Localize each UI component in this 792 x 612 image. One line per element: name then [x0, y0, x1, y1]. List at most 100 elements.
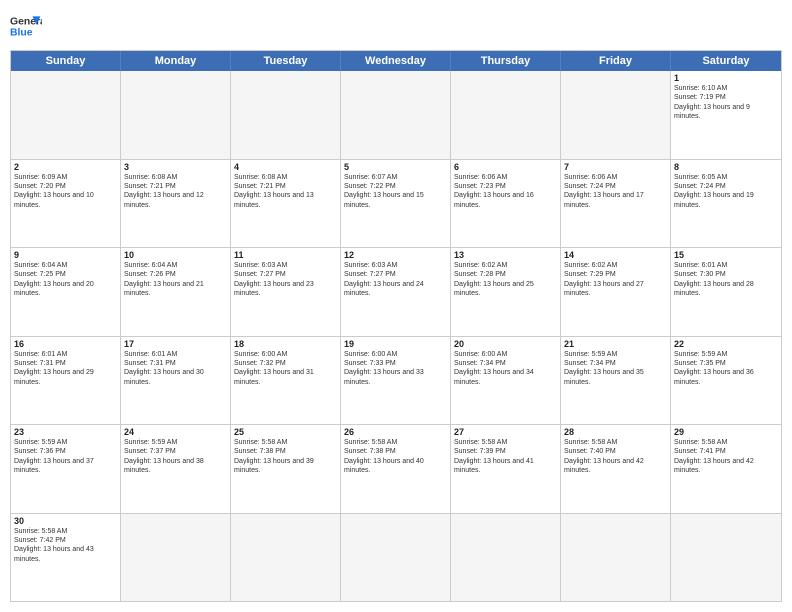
day-number: 16 — [14, 339, 117, 349]
day-info: Sunrise: 6:02 AMSunset: 7:28 PMDaylight:… — [454, 261, 557, 299]
calendar-cell — [341, 514, 451, 602]
calendar-cell — [121, 71, 231, 159]
calendar-cell: 5Sunrise: 6:07 AMSunset: 7:22 PMDaylight… — [341, 160, 451, 248]
calendar-cell: 24Sunrise: 5:59 AMSunset: 7:37 PMDayligh… — [121, 425, 231, 513]
weekday-header: Friday — [561, 51, 671, 71]
calendar-cell: 6Sunrise: 6:06 AMSunset: 7:23 PMDaylight… — [451, 160, 561, 248]
calendar-cell — [231, 514, 341, 602]
calendar-row: 30Sunrise: 5:58 AMSunset: 7:42 PMDayligh… — [11, 514, 781, 602]
calendar-header: SundayMondayTuesdayWednesdayThursdayFrid… — [11, 51, 781, 71]
calendar-cell: 4Sunrise: 6:08 AMSunset: 7:21 PMDaylight… — [231, 160, 341, 248]
weekday-header: Sunday — [11, 51, 121, 71]
calendar-cell: 18Sunrise: 6:00 AMSunset: 7:32 PMDayligh… — [231, 337, 341, 425]
day-info: Sunrise: 6:00 AMSunset: 7:34 PMDaylight:… — [454, 350, 557, 388]
day-info: Sunrise: 6:02 AMSunset: 7:29 PMDaylight:… — [564, 261, 667, 299]
day-info: Sunrise: 5:58 AMSunset: 7:38 PMDaylight:… — [344, 438, 447, 476]
day-number: 28 — [564, 427, 667, 437]
day-number: 27 — [454, 427, 557, 437]
day-number: 11 — [234, 250, 337, 260]
day-number: 15 — [674, 250, 778, 260]
calendar-cell — [451, 71, 561, 159]
day-info: Sunrise: 6:06 AMSunset: 7:23 PMDaylight:… — [454, 173, 557, 211]
day-info: Sunrise: 5:59 AMSunset: 7:35 PMDaylight:… — [674, 350, 778, 388]
day-number: 12 — [344, 250, 447, 260]
calendar-row: 2Sunrise: 6:09 AMSunset: 7:20 PMDaylight… — [11, 160, 781, 249]
calendar-cell: 2Sunrise: 6:09 AMSunset: 7:20 PMDaylight… — [11, 160, 121, 248]
weekday-header: Tuesday — [231, 51, 341, 71]
header: General Blue — [10, 10, 782, 42]
calendar-cell: 10Sunrise: 6:04 AMSunset: 7:26 PMDayligh… — [121, 248, 231, 336]
day-info: Sunrise: 6:07 AMSunset: 7:22 PMDaylight:… — [344, 173, 447, 211]
calendar-cell: 17Sunrise: 6:01 AMSunset: 7:31 PMDayligh… — [121, 337, 231, 425]
calendar-cell: 12Sunrise: 6:03 AMSunset: 7:27 PMDayligh… — [341, 248, 451, 336]
calendar-cell — [11, 71, 121, 159]
calendar-cell: 7Sunrise: 6:06 AMSunset: 7:24 PMDaylight… — [561, 160, 671, 248]
day-info: Sunrise: 6:01 AMSunset: 7:31 PMDaylight:… — [124, 350, 227, 388]
day-number: 4 — [234, 162, 337, 172]
weekday-header: Saturday — [671, 51, 781, 71]
calendar-row: 1Sunrise: 6:10 AMSunset: 7:19 PMDaylight… — [11, 71, 781, 160]
day-info: Sunrise: 6:00 AMSunset: 7:32 PMDaylight:… — [234, 350, 337, 388]
day-number: 24 — [124, 427, 227, 437]
calendar-cell — [231, 71, 341, 159]
calendar-cell: 8Sunrise: 6:05 AMSunset: 7:24 PMDaylight… — [671, 160, 781, 248]
day-number: 2 — [14, 162, 117, 172]
day-number: 17 — [124, 339, 227, 349]
calendar-row: 9Sunrise: 6:04 AMSunset: 7:25 PMDaylight… — [11, 248, 781, 337]
day-info: Sunrise: 5:58 AMSunset: 7:41 PMDaylight:… — [674, 438, 778, 476]
day-info: Sunrise: 6:00 AMSunset: 7:33 PMDaylight:… — [344, 350, 447, 388]
day-number: 21 — [564, 339, 667, 349]
calendar: SundayMondayTuesdayWednesdayThursdayFrid… — [10, 50, 782, 602]
day-info: Sunrise: 5:59 AMSunset: 7:34 PMDaylight:… — [564, 350, 667, 388]
calendar-cell: 16Sunrise: 6:01 AMSunset: 7:31 PMDayligh… — [11, 337, 121, 425]
day-info: Sunrise: 5:59 AMSunset: 7:37 PMDaylight:… — [124, 438, 227, 476]
calendar-cell: 13Sunrise: 6:02 AMSunset: 7:28 PMDayligh… — [451, 248, 561, 336]
calendar-cell — [121, 514, 231, 602]
calendar-cell: 25Sunrise: 5:58 AMSunset: 7:38 PMDayligh… — [231, 425, 341, 513]
day-number: 9 — [14, 250, 117, 260]
day-number: 1 — [674, 73, 778, 83]
calendar-cell: 23Sunrise: 5:59 AMSunset: 7:36 PMDayligh… — [11, 425, 121, 513]
day-info: Sunrise: 6:06 AMSunset: 7:24 PMDaylight:… — [564, 173, 667, 211]
day-number: 30 — [14, 516, 117, 526]
day-number: 18 — [234, 339, 337, 349]
weekday-header: Wednesday — [341, 51, 451, 71]
day-number: 6 — [454, 162, 557, 172]
calendar-cell — [561, 71, 671, 159]
day-info: Sunrise: 6:09 AMSunset: 7:20 PMDaylight:… — [14, 173, 117, 211]
calendar-cell — [561, 514, 671, 602]
day-info: Sunrise: 5:58 AMSunset: 7:40 PMDaylight:… — [564, 438, 667, 476]
day-number: 8 — [674, 162, 778, 172]
calendar-cell — [341, 71, 451, 159]
day-number: 25 — [234, 427, 337, 437]
day-info: Sunrise: 6:08 AMSunset: 7:21 PMDaylight:… — [234, 173, 337, 211]
day-info: Sunrise: 5:58 AMSunset: 7:42 PMDaylight:… — [14, 527, 117, 565]
weekday-header: Thursday — [451, 51, 561, 71]
day-info: Sunrise: 6:03 AMSunset: 7:27 PMDaylight:… — [234, 261, 337, 299]
calendar-cell: 11Sunrise: 6:03 AMSunset: 7:27 PMDayligh… — [231, 248, 341, 336]
calendar-cell: 27Sunrise: 5:58 AMSunset: 7:39 PMDayligh… — [451, 425, 561, 513]
calendar-cell: 29Sunrise: 5:58 AMSunset: 7:41 PMDayligh… — [671, 425, 781, 513]
calendar-cell: 19Sunrise: 6:00 AMSunset: 7:33 PMDayligh… — [341, 337, 451, 425]
day-info: Sunrise: 6:10 AMSunset: 7:19 PMDaylight:… — [674, 84, 778, 122]
day-number: 20 — [454, 339, 557, 349]
day-number: 10 — [124, 250, 227, 260]
day-info: Sunrise: 6:03 AMSunset: 7:27 PMDaylight:… — [344, 261, 447, 299]
day-info: Sunrise: 5:58 AMSunset: 7:38 PMDaylight:… — [234, 438, 337, 476]
calendar-cell: 21Sunrise: 5:59 AMSunset: 7:34 PMDayligh… — [561, 337, 671, 425]
day-number: 22 — [674, 339, 778, 349]
day-number: 3 — [124, 162, 227, 172]
calendar-cell — [671, 514, 781, 602]
day-info: Sunrise: 6:04 AMSunset: 7:25 PMDaylight:… — [14, 261, 117, 299]
day-info: Sunrise: 5:58 AMSunset: 7:39 PMDaylight:… — [454, 438, 557, 476]
calendar-cell: 15Sunrise: 6:01 AMSunset: 7:30 PMDayligh… — [671, 248, 781, 336]
day-number: 26 — [344, 427, 447, 437]
calendar-cell: 26Sunrise: 5:58 AMSunset: 7:38 PMDayligh… — [341, 425, 451, 513]
calendar-row: 23Sunrise: 5:59 AMSunset: 7:36 PMDayligh… — [11, 425, 781, 514]
calendar-cell: 28Sunrise: 5:58 AMSunset: 7:40 PMDayligh… — [561, 425, 671, 513]
calendar-cell: 1Sunrise: 6:10 AMSunset: 7:19 PMDaylight… — [671, 71, 781, 159]
day-info: Sunrise: 6:05 AMSunset: 7:24 PMDaylight:… — [674, 173, 778, 211]
day-info: Sunrise: 6:01 AMSunset: 7:31 PMDaylight:… — [14, 350, 117, 388]
day-number: 7 — [564, 162, 667, 172]
calendar-cell: 9Sunrise: 6:04 AMSunset: 7:25 PMDaylight… — [11, 248, 121, 336]
